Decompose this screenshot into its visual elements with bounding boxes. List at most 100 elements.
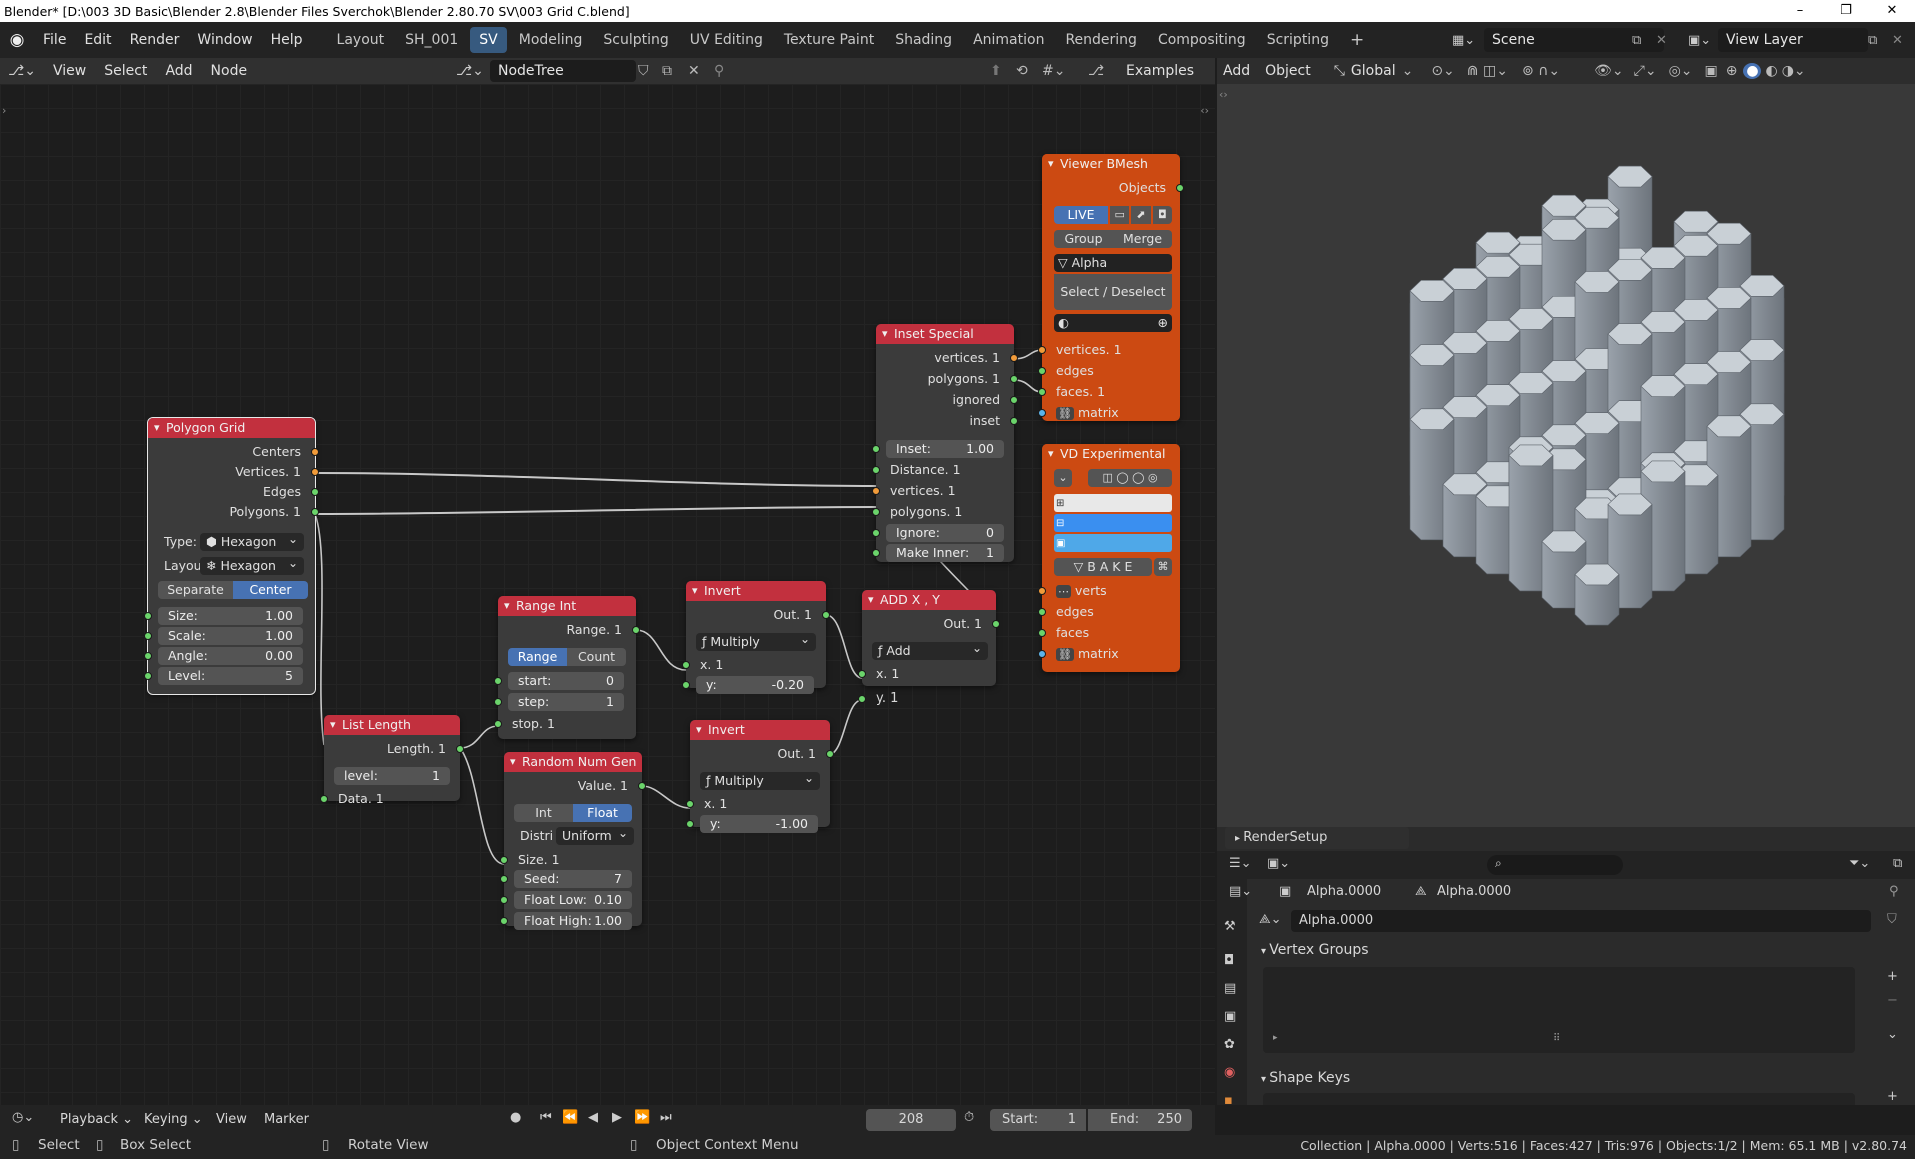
mesh-datablock-icon[interactable]: ⟁⌄ <box>1259 912 1282 927</box>
scale-field[interactable]: Scale: 1.00 <box>158 627 303 645</box>
socket-ignore[interactable] <box>872 529 880 537</box>
socket-polygons-in[interactable] <box>872 508 880 516</box>
shape-keys-panel[interactable]: ▾ Shape Keys <box>1255 1067 1915 1089</box>
filter-icon[interactable]: ⏷⌄ <box>1849 856 1870 871</box>
scene-selector-icon[interactable]: ▦⌄ <box>1452 33 1475 48</box>
prev-key-icon[interactable]: ⏪ <box>562 1110 578 1125</box>
unlink-tree-icon[interactable]: ✕ <box>688 63 700 79</box>
play-icon[interactable]: ▶ <box>612 1110 622 1125</box>
tool-icon[interactable]: ⚒ <box>1224 919 1236 934</box>
merge-button[interactable]: Merge <box>1113 230 1172 248</box>
node-list-length[interactable]: List Length Length. 1 level: 1 Data. 1 <box>320 715 464 806</box>
socket-scale[interactable] <box>144 632 152 640</box>
select-deselect-button[interactable]: Select / Deselect <box>1054 274 1172 310</box>
minimize-button[interactable]: – <box>1777 0 1823 22</box>
collapse-icon[interactable]: ⌄ <box>1054 469 1072 487</box>
render-setup-panel[interactable]: ▸ RenderSetup <box>1225 827 1409 849</box>
start-field[interactable]: start: 0 <box>508 672 624 690</box>
socket-edges[interactable] <box>1038 367 1046 375</box>
editor-type-icon[interactable]: ⎇⌄ <box>0 63 44 79</box>
scene-icon[interactable]: ✿ <box>1224 1037 1235 1052</box>
distribution-dropdown[interactable]: Uniform <box>556 824 634 845</box>
level-field[interactable]: level: 1 <box>334 767 450 785</box>
tab-scripting[interactable]: Scripting <box>1258 27 1338 53</box>
node-title[interactable]: Viewer BMesh <box>1042 154 1180 174</box>
object-name-field[interactable]: ▽ Alpha <box>1054 254 1172 272</box>
socket-inset[interactable] <box>1010 417 1018 425</box>
socket-edges[interactable] <box>1038 608 1046 616</box>
select-icon[interactable]: ⬈ <box>1131 206 1151 224</box>
shading-wireframe-icon[interactable]: ⊕ <box>1726 63 1738 79</box>
vertex-groups-panel[interactable]: ▾ Vertex Groups <box>1255 939 1915 961</box>
center-button[interactable]: Center <box>233 581 308 599</box>
tab-layout[interactable]: Layout <box>328 27 394 53</box>
tab-sculpting[interactable]: Sculpting <box>594 27 677 53</box>
transform-orientation-icon[interactable]: ⤡ <box>1334 63 1345 79</box>
search-input[interactable]: ⌕ <box>1487 855 1623 875</box>
layout-dropdown[interactable]: ❄ Hexagon <box>200 554 304 575</box>
node-editor[interactable]: › ‹› Polygon Grid Centers Vertices. 1 Ed… <box>0 84 1215 1105</box>
size-field[interactable]: Size: 1.00 <box>158 607 303 625</box>
playback-menu[interactable]: Playback ⌄ <box>60 1109 133 1131</box>
delete-view-layer-icon[interactable]: ✕ <box>1892 33 1903 48</box>
socket-polygons-out[interactable] <box>1010 375 1018 383</box>
socket-distance[interactable] <box>872 466 880 474</box>
menu-help[interactable]: Help <box>262 22 312 58</box>
socket-vertices-in[interactable] <box>872 487 880 495</box>
render-icon[interactable]: ◘ <box>1152 206 1172 224</box>
face-color-swatch[interactable]: ▣ <box>1054 534 1172 552</box>
timeline-view-menu[interactable]: View <box>216 1109 247 1131</box>
remove-group-icon[interactable]: − <box>1887 993 1898 1008</box>
start-frame-field[interactable]: Start: 1 <box>990 1109 1086 1131</box>
current-frame-field[interactable]: 208 <box>866 1109 956 1131</box>
vertex-groups-list[interactable]: ▸ ⠿ <box>1263 967 1855 1053</box>
filter-mode-icon[interactable]: ▣⌄ <box>1267 856 1290 871</box>
snap-icon[interactable]: ⟲ <box>1016 63 1028 79</box>
tab-texture-paint[interactable]: Texture Paint <box>775 27 883 53</box>
tab-uv-editing[interactable]: UV Editing <box>681 27 772 53</box>
new-tree-icon[interactable]: ⧉ <box>662 63 672 79</box>
separate-button[interactable]: Separate <box>158 581 233 599</box>
render-icon[interactable]: ◘ <box>1224 953 1234 968</box>
view-layer-icon[interactable]: ▣ <box>1224 1009 1236 1024</box>
timeline-editor-icon[interactable]: ◷⌄ <box>12 1110 34 1125</box>
node-title[interactable]: List Length <box>324 715 460 735</box>
examples-menu[interactable]: Examples <box>1126 63 1194 79</box>
new-scene-icon[interactable]: ⧉ <box>1632 33 1641 48</box>
maximize-button[interactable]: ❐ <box>1823 0 1869 22</box>
node-inset-special[interactable]: Inset Special vertices. 1 polygons. 1 ig… <box>872 324 1018 562</box>
delete-scene-icon[interactable]: ✕ <box>1656 33 1667 48</box>
range-button[interactable]: Range <box>508 648 567 666</box>
node-title[interactable]: Range Int <box>498 596 636 616</box>
view-layer-icon[interactable]: ▣⌄ <box>1688 33 1711 48</box>
socket-size[interactable] <box>144 612 152 620</box>
add-group-icon[interactable]: + <box>1887 969 1898 984</box>
float-high-field[interactable]: Float High: 1.00 <box>514 912 632 930</box>
sverchok-icon[interactable]: ⎇ <box>1088 63 1104 79</box>
group-button[interactable]: Group <box>1054 230 1113 248</box>
socket-level[interactable] <box>144 672 152 680</box>
node-title[interactable]: Invert <box>690 720 830 740</box>
socket-x[interactable] <box>858 670 866 678</box>
socket-ignored[interactable] <box>1010 396 1018 404</box>
3d-viewport[interactable]: ‹› <box>1217 84 1915 827</box>
next-key-icon[interactable]: ⏩ <box>634 1110 650 1125</box>
tab-compositing[interactable]: Compositing <box>1149 27 1255 53</box>
socket-range[interactable] <box>632 626 640 634</box>
view-layer-field[interactable]: View Layer <box>1718 28 1868 52</box>
socket-vertices[interactable] <box>311 468 319 476</box>
level-field[interactable]: Level: 5 <box>158 667 303 685</box>
socket-out[interactable] <box>822 611 830 619</box>
socket-y[interactable] <box>686 820 694 828</box>
socket-seed[interactable] <box>500 875 508 883</box>
socket-faces[interactable] <box>1038 629 1046 637</box>
mesh-datablock-field[interactable]: Alpha.0000 <box>1291 910 1871 932</box>
live-button[interactable]: LIVE <box>1054 206 1108 224</box>
object-icon[interactable]: ▪ <box>1224 1093 1233 1108</box>
group-merge-toggle[interactable]: Group Merge <box>1054 230 1172 248</box>
orientation-dropdown[interactable]: Global <box>1351 63 1396 79</box>
socket-start[interactable] <box>494 677 502 685</box>
type-dropdown[interactable]: ⬢ Hexagon <box>200 530 304 551</box>
socket-size[interactable] <box>500 856 508 864</box>
group-specials-icon[interactable]: ⌄ <box>1887 1027 1898 1042</box>
